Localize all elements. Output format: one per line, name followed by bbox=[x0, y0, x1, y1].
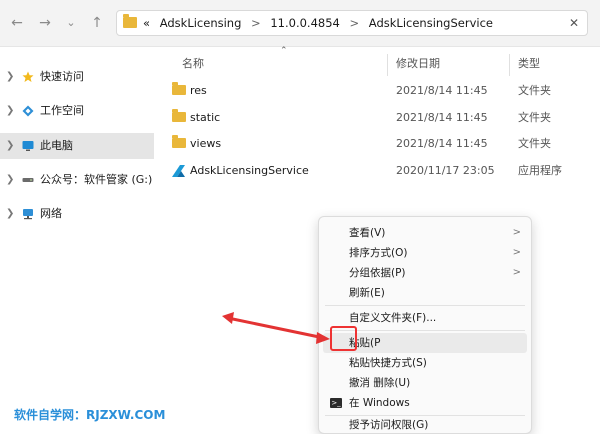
file-name: AdskLicensingService bbox=[190, 164, 309, 177]
menu-item-sort[interactable]: 排序方式(O) > bbox=[323, 243, 527, 263]
back-arrow-icon: ← bbox=[11, 15, 23, 31]
sidebar-item-label: 工作空间 bbox=[40, 104, 84, 117]
breadcrumb: « AdskLicensing > 11.0.0.4854 > AdskLice… bbox=[143, 11, 493, 35]
close-icon[interactable]: ✕ bbox=[569, 11, 579, 35]
chevron-right-icon[interactable]: ❯ bbox=[6, 201, 14, 227]
menu-item-label: 排序方式(O) bbox=[349, 247, 408, 259]
workspace-icon bbox=[22, 105, 34, 117]
column-header-type[interactable]: 类型 bbox=[518, 56, 540, 72]
up-button[interactable]: ↑ bbox=[86, 12, 108, 34]
chevron-right-icon[interactable]: ❯ bbox=[6, 98, 14, 124]
breadcrumb-separator-icon[interactable]: > bbox=[251, 16, 261, 30]
back-button[interactable]: ← bbox=[6, 12, 28, 34]
breadcrumb-item-adsklicensing[interactable]: AdskLicensing bbox=[160, 16, 242, 30]
menu-item-customize[interactable]: 自定义文件夹(F)... bbox=[323, 308, 527, 328]
pc-icon bbox=[22, 141, 34, 151]
sidebar-item-this-pc[interactable]: ❯ 此电脑 bbox=[0, 133, 154, 159]
menu-item-label: 撤消 删除(U) bbox=[349, 377, 411, 389]
folder-icon bbox=[172, 82, 186, 95]
recent-locations-button[interactable]: ⌄ bbox=[60, 12, 82, 34]
annotation-highlight-box bbox=[330, 326, 357, 351]
file-name: static bbox=[190, 111, 221, 124]
sidebar-item-network[interactable]: ❯ 网络 bbox=[0, 201, 154, 227]
file-type: 文件夹 bbox=[518, 111, 551, 124]
menu-item-label: 查看(V) bbox=[349, 227, 386, 239]
sidebar-item-label: 快速访问 bbox=[40, 70, 84, 83]
sidebar-item-workspace[interactable]: ❯ 工作空间 bbox=[0, 98, 154, 124]
file-type: 应用程序 bbox=[518, 164, 562, 177]
column-header-name[interactable]: 名称 bbox=[182, 56, 204, 72]
menu-separator bbox=[325, 305, 525, 306]
column-divider[interactable] bbox=[509, 54, 510, 76]
file-name: views bbox=[190, 137, 222, 150]
annotation-arrow-icon bbox=[222, 312, 330, 344]
breadcrumb-separator-icon[interactable]: > bbox=[350, 16, 360, 30]
menu-item-label: 刷新(E) bbox=[349, 287, 385, 299]
file-name: res bbox=[190, 84, 207, 97]
file-row[interactable]: AdskLicensingService 2020/11/17 23:05 应用… bbox=[160, 159, 600, 183]
sidebar-item-label: 此电脑 bbox=[40, 139, 73, 152]
file-row[interactable]: static 2021/8/14 11:45 文件夹 bbox=[160, 106, 600, 130]
sidebar-item-quick-access[interactable]: ❯ 快速访问 bbox=[0, 64, 154, 90]
column-divider[interactable] bbox=[387, 54, 388, 76]
menu-item-open-terminal[interactable]: >_ 在 Windows bbox=[323, 393, 527, 413]
breadcrumb-overflow[interactable]: « bbox=[143, 16, 150, 30]
sort-ascending-icon: ⌃ bbox=[280, 46, 288, 56]
sidebar-item-drive-g[interactable]: ❯ 公众号：软件管家 (G:) bbox=[0, 167, 154, 193]
chevron-down-icon: ⌄ bbox=[66, 16, 76, 29]
forward-arrow-icon: → bbox=[39, 15, 51, 31]
menu-item-view[interactable]: 查看(V) > bbox=[323, 223, 527, 243]
menu-item-label: 粘贴快捷方式(S) bbox=[349, 357, 427, 369]
file-type: 文件夹 bbox=[518, 137, 551, 150]
chevron-right-icon[interactable]: ❯ bbox=[6, 64, 14, 90]
file-modified: 2020/11/17 23:05 bbox=[396, 164, 495, 177]
star-icon bbox=[22, 71, 34, 82]
file-row[interactable]: res 2021/8/14 11:45 文件夹 bbox=[160, 79, 600, 103]
folder-icon bbox=[172, 135, 186, 148]
chevron-right-icon[interactable]: ❯ bbox=[6, 133, 14, 159]
navigation-pane: ❯ 快速访问 ❯ 工作空间 ❯ 此电脑 ❯ 公众号：软件管家 (G:) ❯ 网络 bbox=[0, 47, 158, 434]
submenu-arrow-icon: > bbox=[512, 227, 521, 238]
submenu-arrow-icon: > bbox=[512, 267, 521, 278]
menu-item-paste-shortcut[interactable]: 粘贴快捷方式(S) bbox=[323, 353, 527, 373]
menu-item-label: 自定义文件夹(F)... bbox=[349, 312, 437, 324]
chevron-right-icon[interactable]: ❯ bbox=[6, 167, 14, 193]
folder-icon bbox=[172, 109, 186, 122]
watermark-text: 软件自学网：RJZXW.COM bbox=[14, 408, 166, 422]
address-toolbar: ← → ⌄ ↑ « AdskLicensing > 11.0.0.4854 > … bbox=[0, 0, 600, 47]
sidebar-item-label: 网络 bbox=[40, 207, 62, 220]
breadcrumb-item-service[interactable]: AdskLicensingService bbox=[369, 16, 493, 30]
menu-separator bbox=[325, 415, 525, 416]
menu-item-refresh[interactable]: 刷新(E) bbox=[323, 283, 527, 303]
file-type: 文件夹 bbox=[518, 84, 551, 97]
network-icon bbox=[23, 209, 33, 220]
breadcrumb-item-version[interactable]: 11.0.0.4854 bbox=[270, 16, 340, 30]
file-modified: 2021/8/14 11:45 bbox=[396, 137, 488, 150]
file-modified: 2021/8/14 11:45 bbox=[396, 111, 488, 124]
autodesk-app-icon bbox=[172, 165, 185, 177]
context-menu: 查看(V) > 排序方式(O) > 分组依据(P) > 刷新(E) 自定义文件夹… bbox=[318, 216, 532, 434]
menu-item-grant-access[interactable]: 授予访问权限(G) bbox=[323, 417, 527, 433]
submenu-arrow-icon: > bbox=[512, 247, 521, 258]
menu-item-label: 授予访问权限(G) bbox=[349, 419, 429, 431]
menu-item-label: 在 Windows bbox=[349, 397, 410, 409]
menu-item-undo-delete[interactable]: 撤消 删除(U) bbox=[323, 373, 527, 393]
address-bar[interactable]: « AdskLicensing > 11.0.0.4854 > AdskLice… bbox=[116, 10, 588, 36]
file-row[interactable]: views 2021/8/14 11:45 文件夹 bbox=[160, 132, 600, 156]
column-header-modified[interactable]: 修改日期 bbox=[396, 56, 440, 72]
up-arrow-icon: ↑ bbox=[91, 15, 103, 31]
file-modified: 2021/8/14 11:45 bbox=[396, 84, 488, 97]
forward-button[interactable]: → bbox=[34, 12, 56, 34]
menu-item-label: 分组依据(P) bbox=[349, 267, 406, 279]
folder-icon bbox=[123, 14, 137, 28]
drive-icon bbox=[22, 178, 34, 182]
menu-item-group[interactable]: 分组依据(P) > bbox=[323, 263, 527, 283]
terminal-icon: >_ bbox=[330, 398, 342, 408]
sidebar-item-label: 公众号：软件管家 (G:) bbox=[40, 173, 153, 186]
